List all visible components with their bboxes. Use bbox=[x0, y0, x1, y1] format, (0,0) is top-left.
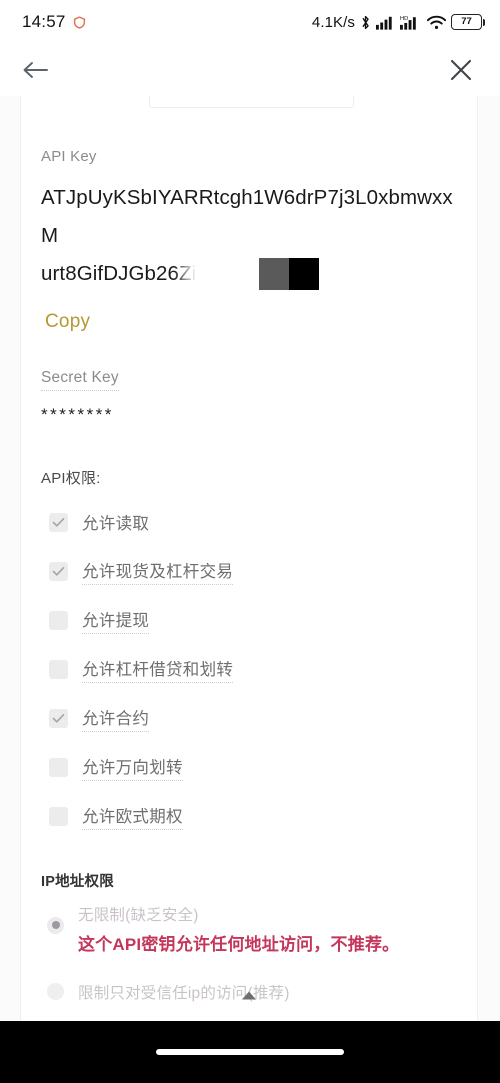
permissions-section: API权限: 允许读取 允许现货及杠杆交易 允许提现 允许杠杆借贷和划转 允许合… bbox=[21, 467, 477, 830]
svg-text:HD: HD bbox=[400, 16, 408, 22]
api-key-label: API Key bbox=[41, 148, 97, 165]
status-time: 14:57 bbox=[22, 12, 66, 31]
copy-button[interactable]: Copy bbox=[45, 311, 90, 333]
hd-signal-icon: HD bbox=[400, 14, 422, 30]
permission-label: 允许读取 bbox=[82, 514, 150, 533]
battery-level: 77 bbox=[461, 16, 472, 28]
ip-access-section: IP地址权限 无限制(缺乏安全) 这个API密钥允许任何地址访问，不推荐。 限制… bbox=[21, 870, 477, 1003]
close-icon[interactable] bbox=[444, 53, 478, 87]
checkbox-unchecked-icon[interactable] bbox=[49, 757, 68, 777]
permission-label: 允许现货及杠杆交易 bbox=[82, 558, 234, 585]
scroll-to-top-button[interactable] bbox=[21, 987, 477, 1005]
battery-icon: 77 bbox=[451, 14, 485, 30]
permission-row[interactable]: 允许万向划转 bbox=[41, 754, 457, 781]
ip-option-label: 无限制(缺乏安全) bbox=[78, 906, 199, 924]
checkbox-unchecked-icon[interactable] bbox=[49, 610, 68, 630]
permission-label: 允许杠杆借贷和划转 bbox=[82, 656, 234, 683]
permission-label: 允许万向划转 bbox=[82, 754, 183, 781]
secret-key-label: Secret Key bbox=[41, 369, 119, 391]
phone-screen: 14:57 4.1K/s HD 77 API Key ATJpUyKSbIYAR… bbox=[0, 0, 500, 1083]
status-bar-right: 4.1K/s HD 77 bbox=[311, 13, 485, 31]
wifi-icon bbox=[427, 15, 446, 30]
api-key-line-1: ATJpUyKSbIYARRtcgh1W6drP7j3L0xbmwxxM bbox=[41, 186, 453, 247]
checkbox-checked-icon[interactable] bbox=[49, 561, 68, 581]
checkbox-unchecked-icon[interactable] bbox=[49, 806, 68, 826]
bluetooth-icon bbox=[360, 14, 371, 31]
checkbox-checked-icon[interactable] bbox=[49, 708, 68, 728]
radio-selected-icon[interactable] bbox=[47, 916, 64, 934]
status-bar-left: 14:57 bbox=[22, 12, 86, 32]
permission-row[interactable]: 允许杠杆借贷和划转 bbox=[41, 656, 457, 683]
api-key-value: ATJpUyKSbIYARRtcgh1W6drP7j3L0xbmwxxM urt… bbox=[41, 179, 457, 293]
status-bar: 14:57 4.1K/s HD 77 bbox=[0, 0, 500, 44]
secret-key-value: ******** bbox=[41, 404, 114, 424]
ip-access-title: IP地址权限 bbox=[41, 873, 114, 890]
permissions-title: API权限: bbox=[41, 469, 101, 487]
api-key-section: API Key ATJpUyKSbIYARRtcgh1W6drP7j3L0xbm… bbox=[21, 148, 477, 425]
permission-label: 允许欧式期权 bbox=[82, 803, 183, 830]
checkbox-unchecked-icon[interactable] bbox=[49, 659, 68, 679]
page-content: API Key ATJpUyKSbIYARRtcgh1W6drP7j3L0xbm… bbox=[0, 96, 500, 1021]
api-detail-card: API Key ATJpUyKSbIYARRtcgh1W6drP7j3L0xbm… bbox=[20, 96, 478, 1021]
redaction-black bbox=[288, 257, 319, 290]
permission-row[interactable]: 允许合约 bbox=[41, 705, 457, 732]
permission-row[interactable]: 允许读取 bbox=[41, 510, 457, 536]
signal-bars-icon bbox=[376, 15, 395, 30]
permission-label: 允许合约 bbox=[82, 705, 150, 732]
triangle-up-icon bbox=[241, 987, 257, 1005]
system-navigation-bar bbox=[0, 1021, 500, 1083]
back-arrow-icon[interactable] bbox=[18, 53, 52, 87]
redaction-grey bbox=[258, 257, 289, 290]
permission-row[interactable]: 允许欧式期权 bbox=[41, 803, 457, 830]
permission-label: 允许提现 bbox=[82, 607, 150, 634]
api-key-line-2: urt8GifDJGb26Zii bbox=[41, 254, 203, 293]
navigation-bar bbox=[0, 44, 500, 96]
redaction-block bbox=[258, 257, 319, 290]
clipped-input-box[interactable] bbox=[149, 96, 354, 108]
network-speed: 4.1K/s bbox=[311, 13, 355, 31]
permission-row[interactable]: 允许提现 bbox=[41, 607, 457, 634]
checkbox-checked-icon[interactable] bbox=[49, 513, 68, 533]
ip-warning-text: 这个API密钥允许任何地址访问，不推荐。 bbox=[78, 934, 400, 954]
ip-option-unrestricted[interactable]: 无限制(缺乏安全) 这个API密钥允许任何地址访问，不推荐。 bbox=[41, 903, 457, 955]
shield-icon bbox=[73, 15, 86, 29]
ip-option-texts: 无限制(缺乏安全) 这个API密钥允许任何地址访问，不推荐。 bbox=[78, 903, 399, 955]
api-key-line-2-row: urt8GifDJGb26Zii bbox=[41, 254, 457, 293]
permission-row[interactable]: 允许现货及杠杆交易 bbox=[41, 558, 457, 585]
home-indicator[interactable] bbox=[156, 1049, 344, 1055]
